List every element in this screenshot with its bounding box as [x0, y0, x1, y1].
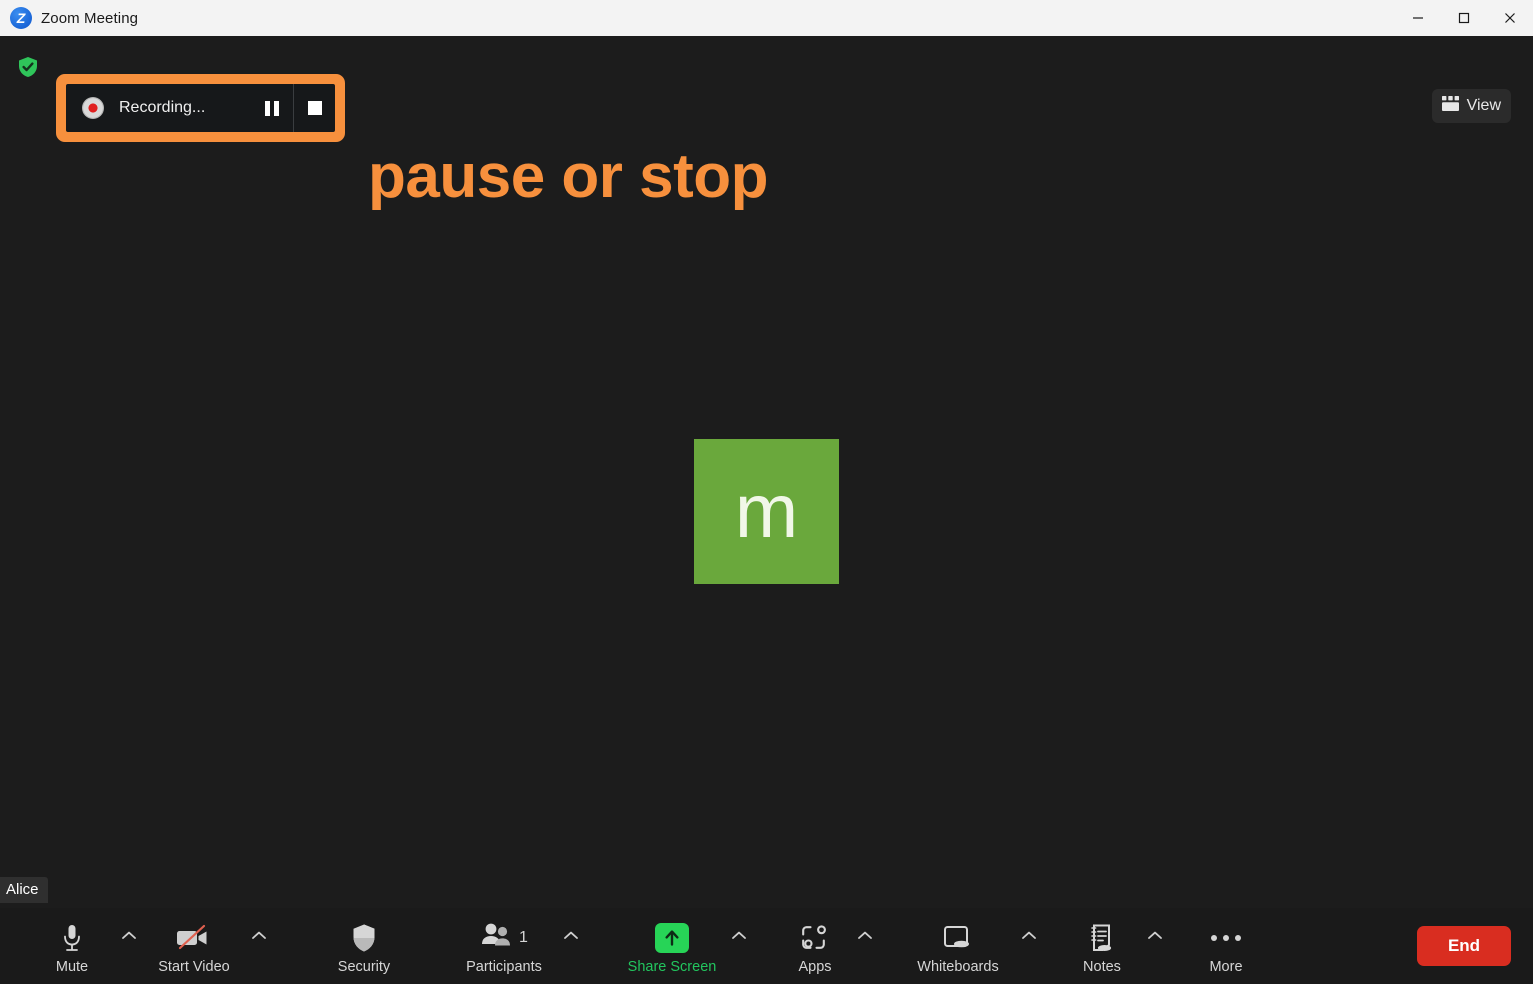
- toolbar-label-apps: Apps: [798, 958, 832, 975]
- participant-name-label: Alice: [0, 877, 48, 903]
- toolbar-label-participants: Participants: [466, 958, 542, 975]
- toolbar-caret-participants[interactable]: [558, 908, 584, 984]
- toolbar-button-notes[interactable]: Notes: [1062, 908, 1142, 984]
- more-dots-icon: [1211, 922, 1241, 954]
- titlebar-left: Z Zoom Meeting: [0, 7, 1395, 29]
- toolbar-caret-mute[interactable]: [116, 908, 142, 984]
- recording-status-label: Recording...: [119, 99, 206, 116]
- window-controls: [1395, 0, 1533, 36]
- toolbar-button-start-video[interactable]: Start Video: [142, 908, 246, 984]
- toolbar-caret-share-screen[interactable]: [726, 908, 752, 984]
- toolbar-label-whiteboards: Whiteboards: [917, 958, 999, 975]
- toolbar-caret-apps[interactable]: [852, 908, 878, 984]
- view-button[interactable]: View: [1431, 89, 1511, 123]
- stop-icon: [307, 101, 322, 115]
- end-meeting-button[interactable]: End: [1417, 926, 1511, 966]
- toolbar-caret-start-video[interactable]: [246, 908, 272, 984]
- toolbar-button-mute[interactable]: Mute: [28, 908, 116, 984]
- minimize-icon[interactable]: [1395, 0, 1441, 36]
- toolbar-caret-notes[interactable]: [1142, 908, 1168, 984]
- apps-icon: [800, 922, 830, 954]
- close-icon[interactable]: [1487, 0, 1533, 36]
- annotation-text: pause or stop: [368, 142, 769, 211]
- toolbar-button-share-screen[interactable]: Share Screen: [618, 908, 726, 984]
- zoom-logo-letter: Z: [16, 10, 26, 26]
- window-titlebar: Z Zoom Meeting: [0, 0, 1533, 36]
- stop-recording-button[interactable]: [293, 84, 335, 132]
- participants-count: 1: [519, 928, 528, 946]
- toolbar-label-start-video: Start Video: [158, 958, 230, 975]
- meeting-stage: Recording... View pause or stop m Alice: [0, 36, 1533, 984]
- toolbar-button-participants[interactable]: 1 Participants: [450, 908, 558, 984]
- view-button-label: View: [1466, 97, 1501, 114]
- zoom-logo-icon: Z: [10, 7, 32, 29]
- whiteboard-icon: [942, 922, 974, 954]
- pause-icon: [265, 100, 279, 116]
- toolbar-caret-whiteboards[interactable]: [1016, 908, 1042, 984]
- notes-icon: [1089, 922, 1115, 954]
- participant-avatar: m: [694, 439, 839, 584]
- recording-highlight-frame: Recording...: [56, 74, 345, 142]
- toolbar-label-notes: Notes: [1083, 958, 1121, 975]
- grid-view-icon: [1441, 96, 1459, 116]
- people-icon-wrap: 1: [480, 922, 528, 954]
- maximize-icon[interactable]: [1441, 0, 1487, 36]
- meeting-toolbar: Mute Start Video Security 1 Participants…: [0, 908, 1533, 984]
- pause-recording-button[interactable]: [251, 84, 293, 132]
- microphone-icon: [60, 922, 84, 954]
- avatar-letter: m: [734, 468, 799, 554]
- shield-check-icon[interactable]: [15, 54, 41, 80]
- toolbar-label-security: Security: [337, 958, 391, 975]
- toolbar-label-more: More: [1209, 958, 1243, 975]
- toolbar-button-more[interactable]: More: [1186, 908, 1266, 984]
- record-dot-icon: [82, 97, 104, 119]
- recording-widget: Recording...: [66, 84, 335, 132]
- camera-off-icon: [175, 922, 213, 954]
- toolbar-label-mute: Mute: [55, 958, 89, 975]
- share-arrow-icon-wrap: [655, 922, 689, 954]
- toolbar-button-whiteboards[interactable]: Whiteboards: [900, 908, 1016, 984]
- toolbar-button-apps[interactable]: Apps: [778, 908, 852, 984]
- people-icon: [480, 922, 514, 953]
- window-title: Zoom Meeting: [41, 9, 139, 27]
- shield-icon: [351, 922, 377, 954]
- toolbar-label-share-screen: Share Screen: [627, 958, 717, 975]
- toolbar-button-security[interactable]: Security: [320, 908, 408, 984]
- share-arrow-icon: [655, 922, 689, 953]
